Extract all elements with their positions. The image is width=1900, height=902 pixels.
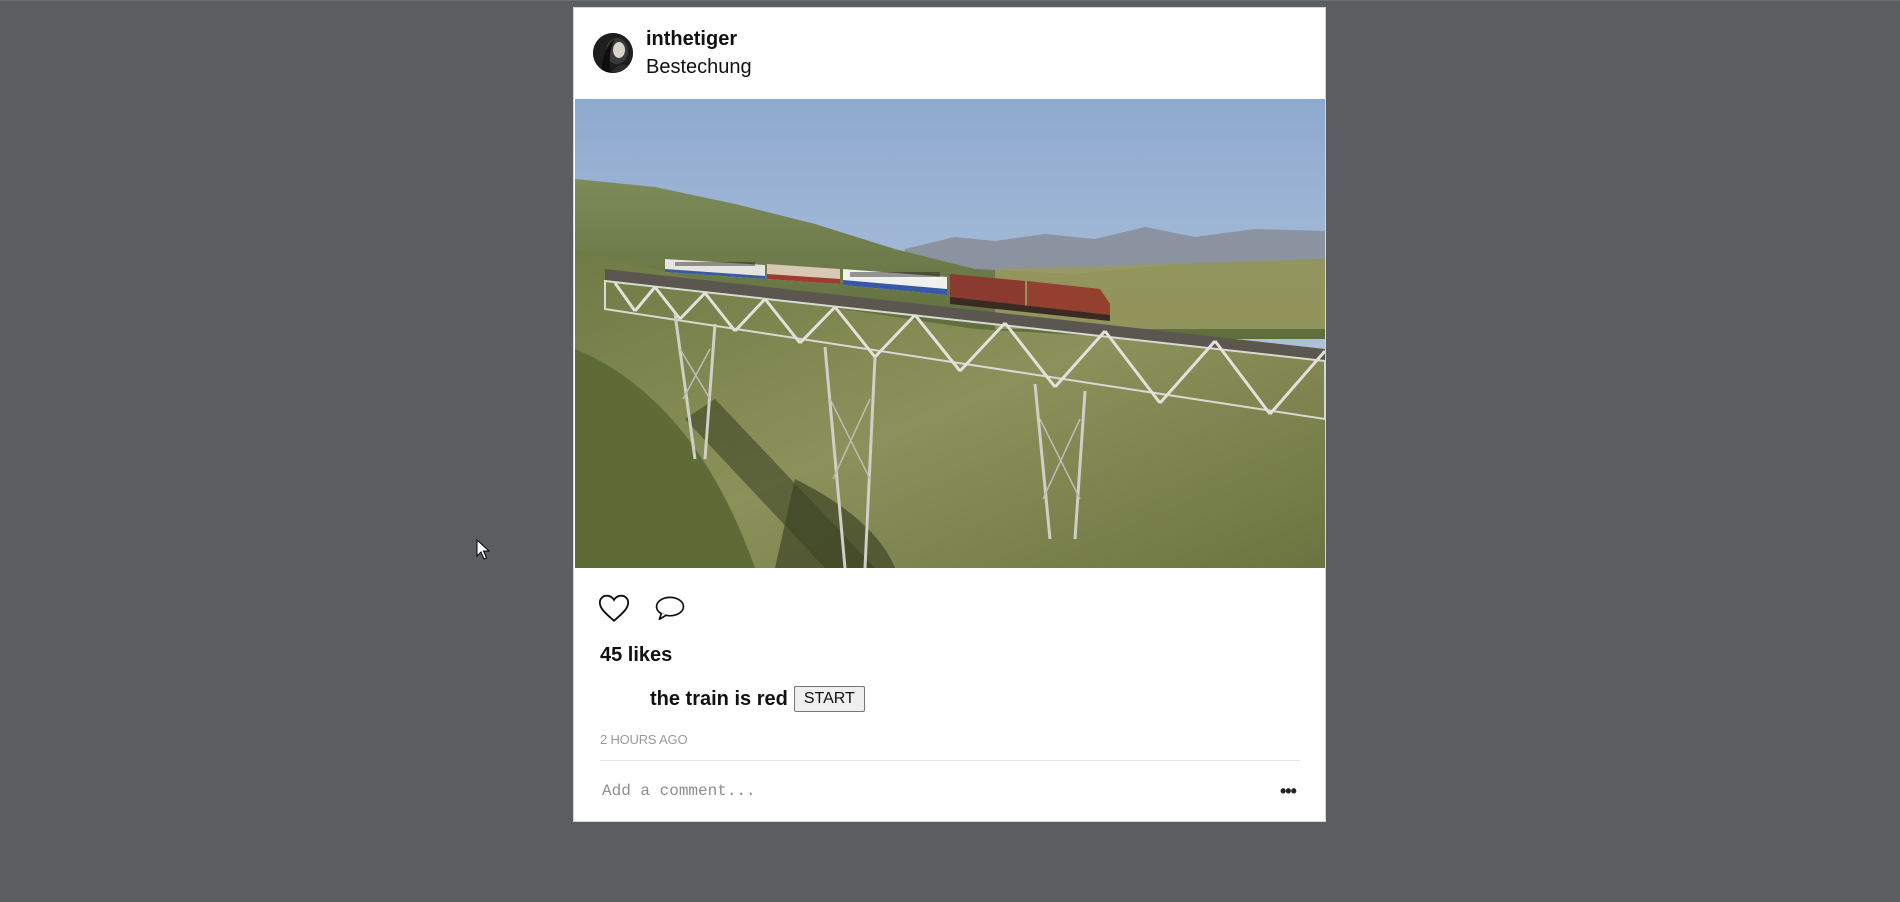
post-caption: the train is red START [650, 686, 865, 712]
post-location[interactable]: Bestechung [646, 56, 752, 79]
speech-bubble-icon[interactable] [653, 591, 687, 625]
post-header: inthetiger Bestechung [574, 8, 1325, 98]
post-username[interactable]: inthetiger [646, 28, 737, 51]
avatar[interactable] [593, 33, 633, 73]
ellipsis-icon[interactable]: ••• [1280, 782, 1297, 800]
likes-count[interactable]: 45 likes [600, 644, 672, 667]
caption-text: the train is red [650, 687, 788, 710]
mouse-pointer-icon [476, 538, 491, 561]
heart-icon[interactable] [597, 591, 631, 625]
comment-input[interactable] [600, 776, 1244, 806]
train-on-viaduct-photo [575, 99, 1325, 568]
page-top-edge [0, 0, 1900, 1]
post-timestamp: 2 HOURS AGO [600, 732, 688, 747]
post-photo[interactable] [575, 99, 1325, 568]
start-button[interactable]: START [793, 686, 865, 712]
comment-divider [600, 760, 1300, 761]
post-card: inthetiger Bestechung 45 likes the train… [573, 7, 1326, 822]
